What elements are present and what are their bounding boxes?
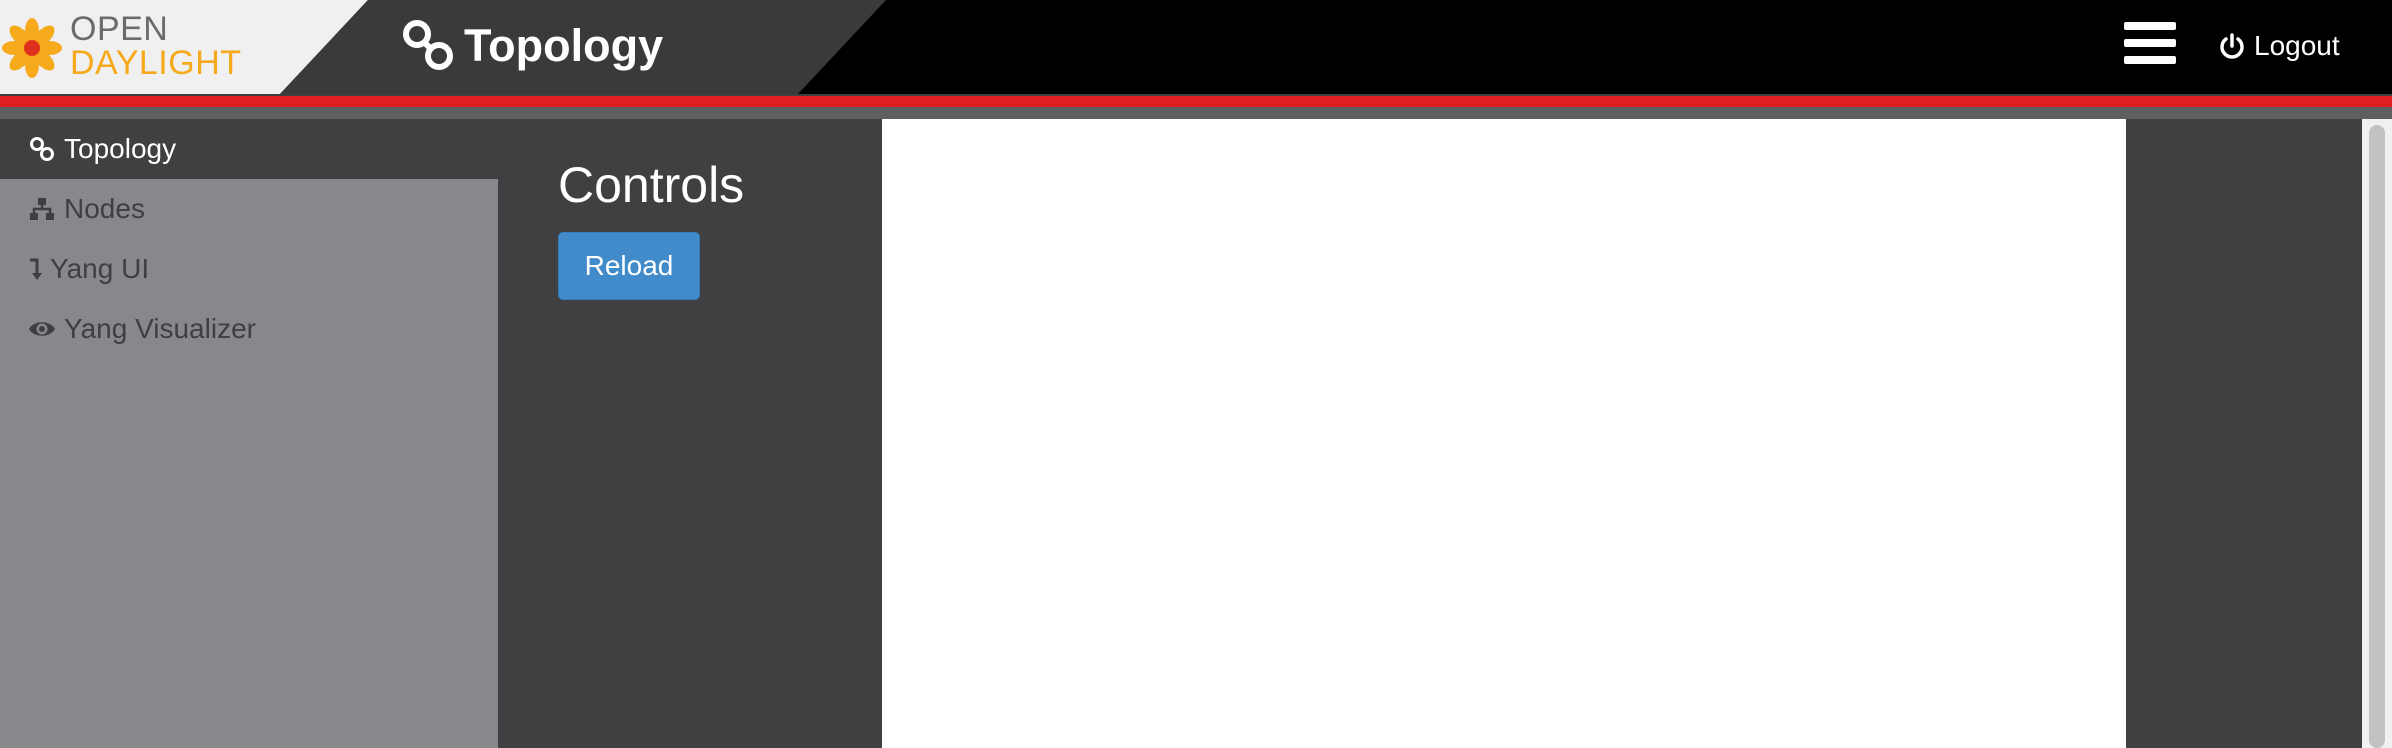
opendaylight-flower-icon: [2, 18, 62, 78]
logo-line-open: OPEN: [70, 10, 169, 48]
logout-button[interactable]: Logout: [2218, 28, 2340, 64]
sidebar-item-yang-visualizer[interactable]: Yang Visualizer: [0, 299, 498, 359]
sidebar-item-nodes[interactable]: Nodes: [0, 179, 498, 239]
topology-link-icon: [403, 20, 453, 70]
logout-label: Logout: [2254, 30, 2340, 61]
sidebar-item-yang-ui[interactable]: Yang UI: [0, 239, 498, 299]
divider-stripe: [0, 107, 2392, 119]
page-scrollbar[interactable]: [2362, 119, 2392, 748]
topology-canvas[interactable]: [882, 119, 2126, 748]
eye-icon: [28, 315, 56, 343]
sitemap-icon: [28, 195, 56, 223]
sidebar-item-label: Yang UI: [50, 253, 150, 284]
sidebar-item-label: Topology: [64, 133, 177, 164]
power-icon: [2220, 33, 2244, 59]
logo-line-daylight: DAYLIGHT: [70, 44, 242, 82]
sidebar-item-label: Yang Visualizer: [64, 313, 256, 344]
logo-wordmark: OPEN DAYLIGHT: [70, 12, 242, 80]
sidebar-item-topology[interactable]: Topology: [0, 119, 498, 179]
page-title: Topology: [464, 20, 664, 71]
sidebar: Topology Nodes Yang UI Yang Visualizer: [0, 119, 498, 748]
scrollbar-thumb[interactable]: [2369, 125, 2385, 748]
level-down-icon: [28, 255, 44, 283]
controls-heading: Controls: [558, 157, 745, 213]
accent-stripe: [0, 96, 2392, 107]
sidebar-item-label: Nodes: [64, 193, 145, 224]
reload-button[interactable]: Reload: [558, 232, 700, 300]
topology-link-icon: [28, 135, 56, 163]
top-navbar: OPEN DAYLIGHT Topology Logout: [0, 0, 2392, 94]
hamburger-menu-icon[interactable]: [2124, 22, 2176, 66]
